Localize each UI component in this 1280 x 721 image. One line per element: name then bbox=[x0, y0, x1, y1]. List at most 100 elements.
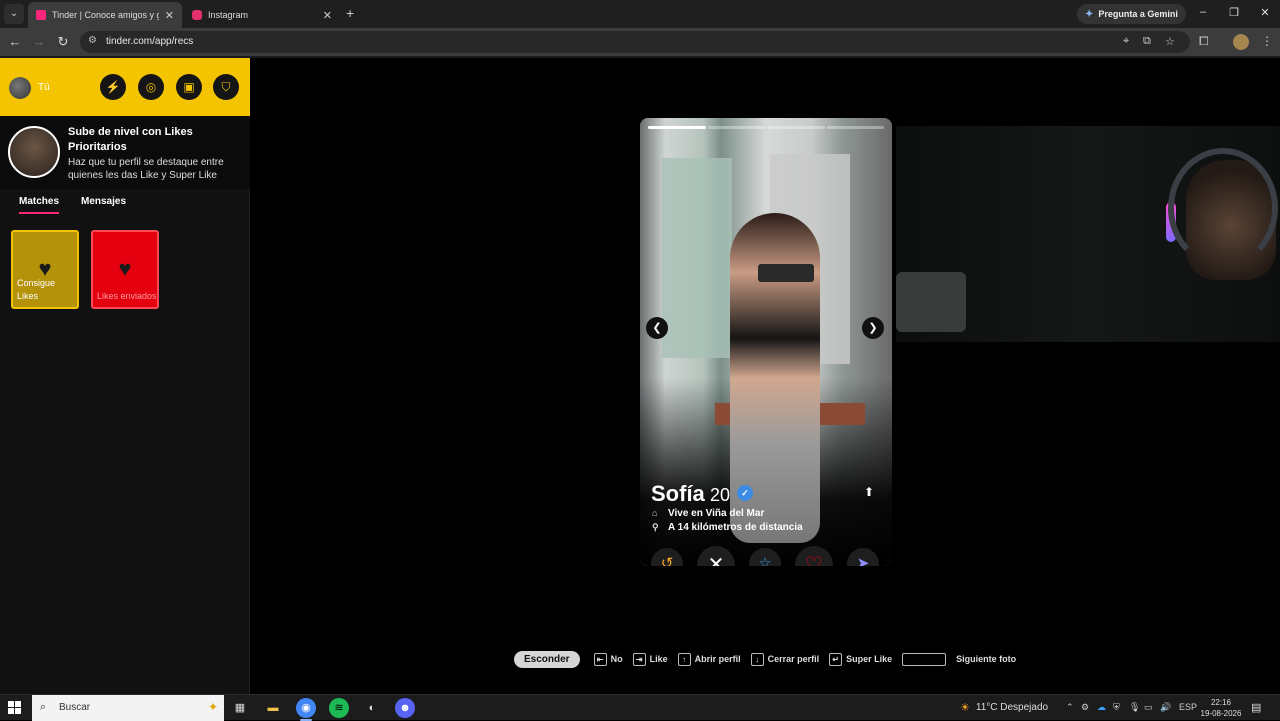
priority-likes-promo[interactable]: Sube de nivel con Likes Prioritarios Haz… bbox=[0, 116, 250, 189]
compass-icon[interactable]: ◎ bbox=[138, 74, 164, 100]
bookmark-star-icon[interactable]: ☆ bbox=[1165, 35, 1175, 48]
shield-icon[interactable]: ⛉ bbox=[213, 74, 239, 100]
next-photo-icon[interactable]: ❯ bbox=[862, 317, 884, 339]
photo-progress-bars bbox=[648, 126, 884, 129]
language-indicator[interactable]: ESP bbox=[1179, 702, 1197, 712]
clock-time: 22:16 bbox=[1210, 698, 1232, 707]
tab-search-dropdown-icon[interactable]: ⌄ bbox=[4, 4, 24, 24]
tray-overflow-icon[interactable]: ⌃ bbox=[1066, 702, 1074, 713]
maximize-icon[interactable]: ❐ bbox=[1226, 6, 1242, 19]
new-tab-icon[interactable]: + bbox=[346, 5, 354, 21]
steam-icon[interactable]: ◐ bbox=[362, 698, 382, 718]
promo-description: Haz que tu perfil se destaque entre quie… bbox=[68, 157, 224, 181]
search-placeholder: Buscar bbox=[59, 702, 91, 713]
like-icon[interactable]: ♡ bbox=[795, 546, 833, 566]
key-enter-icon: ↵ bbox=[829, 652, 843, 666]
profile-card[interactable]: ❮ ❯ Sofía 20 ✓ ⬆ ⌂ Vive en Viña del Mar … bbox=[640, 118, 892, 566]
close-tab-icon[interactable]: ✕ bbox=[165, 9, 174, 22]
install-app-icon[interactable]: ⧉ bbox=[1143, 35, 1151, 48]
location-icon[interactable]: ⌖ bbox=[1123, 35, 1129, 48]
tray-app-icon[interactable]: ⚙ bbox=[1081, 702, 1089, 713]
boost-icon[interactable]: ➤ bbox=[847, 548, 879, 566]
tab-messages[interactable]: Mensajes bbox=[81, 196, 126, 207]
hide-shortcuts-button[interactable]: Esconder bbox=[514, 650, 580, 668]
promo-title: Sube de nivel con Likes Prioritarios bbox=[68, 126, 193, 153]
task-view-icon[interactable]: ▦ bbox=[230, 698, 250, 718]
lightning-icon[interactable]: ⚡ bbox=[100, 74, 126, 100]
shortcut-close-profile: ↓ Cerrar perfil bbox=[750, 652, 820, 666]
back-icon[interactable]: ← bbox=[6, 34, 24, 50]
chrome-icon[interactable]: ◉ bbox=[296, 698, 316, 721]
site-info-icon[interactable]: ⚙ bbox=[88, 35, 97, 46]
profile-age: 20 bbox=[710, 485, 731, 505]
close-window-icon[interactable]: ✕ bbox=[1257, 6, 1273, 19]
tray-shield-icon[interactable]: ⛨ bbox=[1113, 702, 1120, 713]
get-likes-card[interactable]: ♥ Consigue Likes bbox=[11, 230, 79, 309]
spotify-icon[interactable]: ≋ bbox=[329, 698, 349, 718]
network-icon[interactable]: ▭ bbox=[1144, 702, 1153, 713]
profile-residence: ⌂ Vive en Viña del Mar bbox=[652, 508, 764, 519]
previous-photo-icon[interactable]: ❮ bbox=[646, 317, 668, 339]
tab-matches[interactable]: Matches bbox=[19, 196, 60, 214]
shortcut-label: Cerrar perfil bbox=[767, 654, 820, 664]
briefcase-icon[interactable]: ▣ bbox=[176, 74, 202, 100]
extensions-icon[interactable]: ⧠ bbox=[1199, 34, 1209, 49]
notifications-icon[interactable]: ▤ bbox=[1251, 701, 1261, 714]
user-label[interactable]: Tú bbox=[38, 82, 50, 93]
close-tab-icon[interactable]: ✕ bbox=[323, 9, 332, 22]
verified-badge-icon: ✓ bbox=[737, 485, 753, 501]
tinder-sidebar: Tú ⚡ ◎ ▣ ⛉ Sube de nivel con Likes Prior… bbox=[0, 58, 250, 694]
webcam-overlay bbox=[896, 126, 1280, 342]
tinder-favicon-icon bbox=[36, 10, 46, 20]
clock-date: 19-08-2026 bbox=[1200, 709, 1242, 718]
microphone-icon[interactable]: 🎙 bbox=[1129, 702, 1140, 713]
windows-start-icon[interactable] bbox=[8, 701, 22, 715]
discord-icon[interactable]: ☻ bbox=[395, 698, 415, 718]
photo-bg-stall bbox=[662, 158, 732, 358]
nope-icon[interactable]: ✕ bbox=[697, 546, 735, 566]
taskbar-search[interactable]: ⌕ Buscar ✦ bbox=[32, 695, 224, 721]
likes-sent-card[interactable]: ♥ Likes enviados bbox=[91, 230, 159, 309]
shortcut-label: Like bbox=[649, 654, 668, 664]
profile-distance: ⚲ A 14 kilómetros de distancia bbox=[652, 522, 803, 533]
url-text[interactable]: tinder.com/app/recs bbox=[106, 36, 193, 47]
browser-menu-icon[interactable]: ⋮ bbox=[1261, 34, 1273, 48]
open-profile-icon[interactable]: ⬆ bbox=[864, 485, 874, 499]
shortcut-next-photo: Siguiente foto bbox=[902, 652, 1017, 666]
instagram-favicon-icon bbox=[192, 10, 202, 20]
address-bar[interactable]: ⚙ tinder.com/app/recs ⌖ ⧉ ☆ bbox=[80, 31, 1190, 53]
shortcut-open-profile: ↑ Abrir perfil bbox=[677, 652, 741, 666]
tab-title: Tinder | Conoce amigos y gente bbox=[52, 10, 159, 20]
rewind-icon[interactable]: ↺ bbox=[651, 548, 683, 566]
file-explorer-icon[interactable]: ▬ bbox=[263, 698, 283, 718]
user-avatar[interactable] bbox=[9, 77, 31, 99]
onedrive-icon[interactable]: ☁ bbox=[1097, 702, 1106, 713]
shortcut-label: Siguiente foto bbox=[956, 654, 1017, 664]
minimize-icon[interactable]: – bbox=[1195, 6, 1211, 18]
residence-text: Vive en Viña del Mar bbox=[668, 508, 765, 519]
reload-icon[interactable]: ↻ bbox=[54, 34, 72, 50]
weather-widget[interactable]: ☀ 11°C Despejado bbox=[960, 701, 1048, 714]
taskbar-clock[interactable]: 22:16 19-08-2026 bbox=[1198, 697, 1244, 719]
forward-icon[interactable]: → bbox=[30, 34, 48, 50]
home-icon: ⌂ bbox=[652, 508, 658, 518]
card-label: Likes enviados bbox=[97, 291, 157, 301]
tab-tinder[interactable]: Tinder | Conoce amigos y gente ✕ bbox=[28, 2, 182, 28]
sidebar-tabs: Matches Mensajes bbox=[0, 196, 250, 218]
shortcut-no: ⇤ No bbox=[593, 652, 623, 666]
shortcut-label: Super Like bbox=[846, 654, 893, 664]
ask-gemini-button[interactable]: ✦ Pregunta a Gemini bbox=[1077, 4, 1186, 24]
superlike-icon[interactable]: ☆ bbox=[749, 548, 781, 566]
browser-toolbar: ← → ↻ ⚙ tinder.com/app/recs ⌖ ⧉ ☆ ⧠ ⋮ bbox=[0, 28, 1280, 56]
tab-instagram[interactable]: Instagram ✕ bbox=[184, 2, 340, 28]
volume-icon[interactable]: 🔊 bbox=[1160, 702, 1171, 713]
shortcut-label: No bbox=[610, 654, 623, 664]
browser-profile-avatar[interactable] bbox=[1233, 34, 1249, 50]
promo-avatar bbox=[8, 126, 60, 178]
gemini-icon: ✦ bbox=[1085, 8, 1094, 20]
key-left-icon: ⇤ bbox=[593, 652, 607, 666]
card-label: Consigue Likes bbox=[17, 278, 56, 301]
keyboard-shortcuts-bar: Esconder ⇤ No ⇥ Like ↑ Abrir perfil ↓ Cerrar… bbox=[514, 650, 1026, 668]
weather-text: 11°C Despejado bbox=[975, 702, 1049, 713]
distance-text: A 14 kilómetros de distancia bbox=[668, 522, 803, 533]
